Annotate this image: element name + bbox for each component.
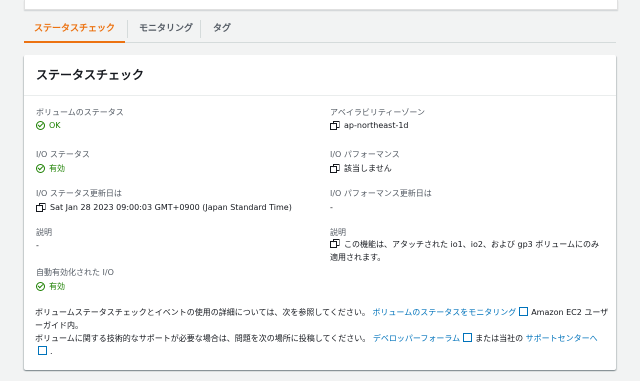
- copy-icon[interactable]: [330, 121, 339, 130]
- io-perf-updated-value: -: [330, 203, 333, 212]
- az-value: ap-northeast-1d: [330, 121, 409, 130]
- tab-bar: ステータスチェック モニタリング タグ: [23, 16, 616, 43]
- io-updated-text: Sat Jan 28 2023 09:00:03 GMT+0900 (Japan…: [50, 203, 292, 212]
- tab-divider: [127, 20, 128, 38]
- external-link-icon[interactable]: [519, 307, 529, 316]
- description-value-left: -: [36, 241, 39, 250]
- volume-status-value: OK: [36, 121, 61, 130]
- footer-p2-mid: または当社の: [475, 334, 524, 343]
- description-line2: 適用されます。: [330, 253, 386, 262]
- io-perf-updated-label: I/O パフォーマンス更新日は: [330, 189, 432, 198]
- footer-p2-text: ボリュームに関する技術的なサポートが必要な場合は、問題を次の場所に投稿してくださ…: [35, 334, 371, 343]
- description-line1: この機能は、アタッチされた io1、io2、および gp3 ボリュームにのみ: [344, 240, 600, 249]
- auto-io-label: 自動有効化された I/O: [36, 268, 114, 277]
- developer-forum-link[interactable]: デベロッパーフォーラム: [373, 334, 460, 343]
- volume-status-label: ボリュームのステータス: [36, 108, 124, 117]
- tab-monitoring[interactable]: モニタリング: [139, 16, 193, 42]
- io-status-value: 有効: [36, 163, 65, 174]
- io-perf-text: 該当しません: [344, 164, 392, 173]
- footer-help-text: ボリュームステータスチェックとイベントの使用の詳細については、次を参照してくださ…: [35, 306, 610, 358]
- tab-tags[interactable]: タグ: [213, 16, 231, 42]
- previous-panel-edge: [24, 0, 618, 10]
- auto-io-value: 有効: [36, 281, 65, 292]
- auto-io-text: 有効: [49, 282, 65, 291]
- io-status-label: I/O ステータス: [36, 150, 90, 159]
- status-ok-icon: [36, 282, 45, 291]
- footer-p1-text: ボリュームステータスチェックとイベントの使用の詳細については、次を参照してくださ…: [35, 308, 370, 317]
- io-status-text: 有効: [49, 164, 65, 173]
- monitor-volume-status-link[interactable]: ボリュームのステータスをモニタリング: [372, 308, 516, 317]
- status-ok-icon: [36, 164, 45, 173]
- description-label-left: 説明: [36, 228, 52, 237]
- tab-status-checks[interactable]: ステータスチェック: [23, 16, 126, 43]
- status-checks-panel: ステータスチェック ボリュームのステータス OK I/O ステータス 有効 I/…: [24, 55, 616, 370]
- description-label-right: 説明: [330, 228, 346, 237]
- volume-status-text: OK: [49, 121, 61, 130]
- az-text: ap-northeast-1d: [344, 121, 409, 130]
- external-link-icon[interactable]: [463, 333, 473, 342]
- io-perf-value: 該当しません: [330, 163, 392, 174]
- io-updated-label: I/O ステータス更新日は: [36, 189, 122, 198]
- copy-icon[interactable]: [330, 239, 339, 248]
- status-ok-icon: [36, 121, 45, 130]
- tab-divider: [200, 20, 201, 38]
- copy-icon[interactable]: [330, 164, 339, 173]
- external-link-icon[interactable]: [38, 346, 47, 355]
- panel-title: ステータスチェック: [24, 55, 616, 96]
- io-perf-label: I/O パフォーマンス: [330, 150, 400, 159]
- copy-icon[interactable]: [36, 203, 45, 212]
- support-center-link[interactable]: サポートセンターへ: [526, 334, 598, 343]
- description-value-right: この機能は、アタッチされた io1、io2、および gp3 ボリュームにのみ 適…: [330, 238, 600, 264]
- footer-p2-end: .: [50, 347, 53, 356]
- az-label: アベイラビリティーゾーン: [330, 108, 425, 117]
- io-updated-value: Sat Jan 28 2023 09:00:03 GMT+0900 (Japan…: [36, 203, 292, 212]
